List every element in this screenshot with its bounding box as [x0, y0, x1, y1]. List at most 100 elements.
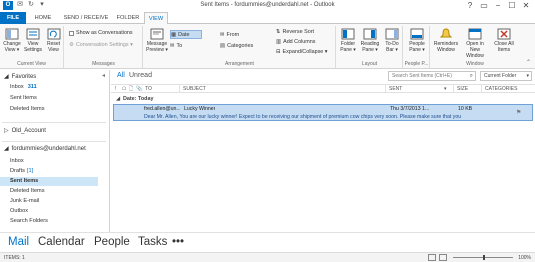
tab-folder[interactable]: FOLDER	[114, 12, 142, 24]
collapse-icon: ◢	[116, 96, 121, 102]
message-size: 10 KB	[458, 106, 473, 112]
maximize-icon[interactable]: ☐	[505, 0, 519, 11]
filter-all[interactable]: All	[117, 72, 125, 79]
window-controls: ? ▭ − ☐ ✕	[463, 0, 533, 11]
reverse-sort-icon: ⇅	[276, 29, 281, 35]
arrange-to[interactable]: ✉ To	[170, 41, 202, 50]
group-header[interactable]: ◢ Date: Today	[111, 95, 535, 104]
close-all-items-button[interactable]: Close All Items	[490, 28, 518, 53]
expand-collapse-button[interactable]: ⊟ Expand/Collapse ▾	[276, 49, 328, 55]
group-label: Window	[466, 61, 484, 67]
conversation-settings-button[interactable]: ⚙ Conversation Settings ▾	[69, 42, 133, 48]
nav-calendar[interactable]: Calendar	[38, 236, 85, 248]
table-row[interactable]: fred.allen@un... Lucky Winner Thu 3/7/20…	[113, 104, 533, 121]
col-size[interactable]: SIZE	[457, 86, 468, 92]
favorite-inbox[interactable]: Inbox 311	[10, 83, 108, 92]
ribbon-display-icon[interactable]: ▭	[477, 0, 491, 11]
folder-sent-items[interactable]: Sent Items	[0, 177, 98, 186]
col-subject[interactable]: SUBJECT	[183, 86, 206, 92]
folder-inbox[interactable]: Inbox	[10, 157, 108, 166]
message-subject: Lucky Winner	[184, 106, 216, 112]
col-icon[interactable]: 🗋	[129, 86, 133, 94]
message-preview: Dear Mr. Allen, You are our lucky winner…	[144, 114, 462, 120]
folder-pane-button[interactable]: Folder Pane ▾	[338, 28, 358, 53]
reset-view-button[interactable]: Reset View	[44, 28, 63, 53]
group-label: Arrangement	[225, 61, 254, 67]
col-importance[interactable]: !	[115, 86, 116, 92]
col-to[interactable]: TO	[145, 86, 152, 92]
reverse-sort-button[interactable]: ⇅ Reverse Sort	[276, 29, 314, 35]
folder-outbox[interactable]: Outbox	[10, 207, 108, 216]
to-icon: ✉	[170, 42, 175, 49]
divider	[385, 85, 386, 93]
normal-view-icon[interactable]	[428, 254, 436, 261]
collapse-ribbon-icon[interactable]: ⌃	[526, 59, 531, 66]
folder-search-folders[interactable]: Search Folders	[10, 217, 108, 226]
add-columns-button[interactable]: ▥ Add Columns	[276, 39, 315, 45]
message-list: All Unread Search Sent Items (Ctrl+E) ⌕ …	[111, 70, 535, 232]
close-all-icon	[497, 28, 511, 40]
message-sent: Thu 3/7/2013 1...	[390, 106, 430, 112]
col-attachment[interactable]: 📎	[136, 86, 142, 92]
search-scope-dropdown[interactable]: Current Folder ▾	[480, 71, 532, 81]
group-label: People P...	[404, 61, 429, 67]
ribbon: Change View ▾ View Settings Reset View C…	[0, 24, 535, 69]
favorite-sent-items[interactable]: Sent Items	[10, 94, 108, 103]
tab-send-receive[interactable]: SEND / RECEIVE	[60, 12, 112, 24]
flag-icon[interactable]: ⚑	[516, 109, 521, 116]
folder-junk-email[interactable]: Junk E-mail	[10, 197, 108, 206]
change-view-button[interactable]: Change View ▾	[2, 28, 22, 53]
message-to: fred.allen@un...	[144, 106, 180, 112]
favorite-deleted-items[interactable]: Deleted Items	[10, 105, 108, 114]
tab-file[interactable]: FILE	[0, 12, 26, 24]
people-pane-button[interactable]: People Pane ▾	[405, 28, 429, 53]
search-input[interactable]: Search Sent Items (Ctrl+E) ⌕	[388, 71, 476, 81]
arrange-categories[interactable]: ▤ Categories	[220, 41, 253, 50]
reading-pane-button[interactable]: Reading Pane ▾	[359, 28, 381, 53]
collapse-icon: ◢	[4, 146, 9, 152]
reading-view-icon[interactable]	[439, 254, 447, 261]
message-preview-button[interactable]: Message Preview ▾	[145, 28, 169, 53]
arrange-date[interactable]: ▦ Date	[170, 30, 202, 39]
minimize-icon[interactable]: −	[491, 0, 505, 11]
title-bar: O ✉ ↻ ▾ Sent Items - fordummies@underdah…	[0, 0, 535, 12]
view-settings-button[interactable]: View Settings	[23, 28, 43, 53]
divider	[2, 141, 106, 142]
view-buttons	[428, 254, 447, 261]
nav-tasks[interactable]: Tasks	[138, 236, 167, 248]
filter-unread[interactable]: Unread	[129, 72, 152, 79]
group-window: Reminders Window Open in New Window Clos…	[431, 26, 519, 68]
new-window-icon	[468, 28, 482, 40]
folder-deleted-items[interactable]: Deleted Items	[10, 187, 108, 196]
reminders-window-button[interactable]: Reminders Window	[432, 28, 460, 53]
nav-mail[interactable]: Mail	[8, 236, 29, 248]
show-as-conversations-checkbox[interactable]: Show as Conversations	[69, 30, 133, 36]
divider	[481, 85, 482, 93]
view-settings-icon	[26, 28, 40, 40]
col-sent[interactable]: SENT	[389, 86, 402, 92]
arrange-from[interactable]: ✉ From	[220, 30, 252, 39]
pin-icon[interactable]: ◂	[102, 72, 105, 79]
account-header[interactable]: ◢ fordummies@underdahl.net	[4, 145, 86, 153]
window-title: Sent Items - fordummies@underdahl.net - …	[200, 2, 335, 8]
folder-drafts[interactable]: Drafts [1]	[10, 167, 108, 176]
todo-bar-button[interactable]: To-Do Bar ▾	[382, 28, 402, 53]
nav-people[interactable]: People	[94, 236, 130, 248]
zoom-slider-handle[interactable]	[483, 255, 485, 260]
old-account-header[interactable]: ▷ Old_Account	[4, 127, 46, 135]
search-icon[interactable]: ⌕	[470, 72, 473, 80]
zoom-level[interactable]: 100%	[518, 255, 531, 261]
conversation-settings-icon: ⚙	[69, 42, 74, 48]
sort-chevron-icon: ▾	[444, 86, 447, 92]
favorites-header[interactable]: ◢ Favorites	[4, 73, 36, 81]
col-reminder[interactable]: ☖	[122, 86, 126, 92]
more-icon[interactable]: •••	[172, 236, 184, 248]
close-icon[interactable]: ✕	[519, 0, 533, 11]
col-categories[interactable]: CATEGORIES	[485, 86, 517, 92]
reading-pane-icon	[363, 28, 377, 40]
group-messages: Show as Conversations ⚙ Conversation Set…	[65, 26, 143, 68]
tab-home[interactable]: HOME	[30, 12, 56, 24]
help-icon[interactable]: ?	[463, 0, 477, 11]
expand-collapse-icon: ⊟	[276, 49, 281, 55]
open-new-window-button[interactable]: Open in New Window	[461, 28, 489, 59]
